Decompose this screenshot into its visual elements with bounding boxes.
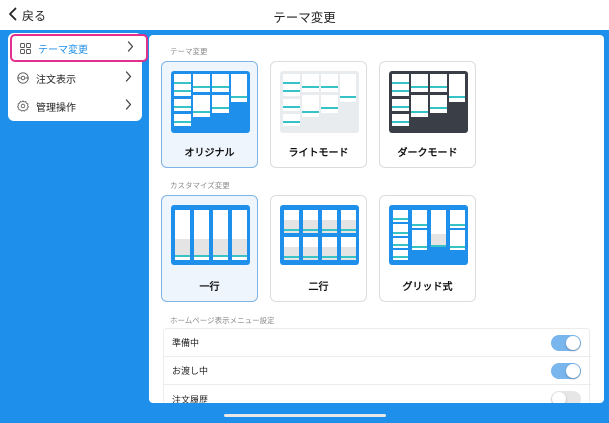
theme-option-original[interactable]: オリジナル: [161, 61, 258, 168]
layout-option-label: 一行: [199, 282, 220, 293]
theme-option-label: ライトモード: [288, 148, 349, 159]
order-history-toggle[interactable]: [551, 391, 581, 403]
toggle-label: 注文履歴: [172, 395, 209, 404]
chevron-right-icon: [125, 71, 132, 85]
toggle-knob: [566, 335, 580, 350]
menu-section-label: ホームページ表示メニュー設定: [170, 316, 275, 325]
toggle-knob: [566, 363, 580, 378]
theme-option-dark[interactable]: ダークモード: [379, 61, 476, 168]
page-title: テーマ変更: [273, 10, 336, 25]
sidebar-item-theme[interactable]: テーマ変更: [10, 34, 148, 62]
layout-option-two-row[interactable]: 二行: [270, 195, 367, 302]
layout-preview-grid: [389, 205, 468, 265]
settings-panel: テーマ変更 オリジナル ライトモード ダークモード カスタマイズ変更 一行 二行…: [149, 35, 604, 403]
theme-preview-light: [280, 71, 359, 133]
toggle-row-preparing: 準備中: [164, 329, 591, 357]
menu-toggle-list: 準備中 お渡し中 注文履歴: [163, 328, 591, 403]
chevron-right-icon: [125, 99, 132, 113]
sidebar-item-label: 管理操作: [36, 102, 76, 114]
theme-preview-original: [171, 71, 250, 133]
sidebar: テーマ変更 注文表示 管理操作: [8, 33, 148, 121]
sidebar-item-admin[interactable]: 管理操作: [8, 92, 142, 120]
toggle-label: お渡し中: [172, 367, 209, 377]
sidebar-item-label: 注文表示: [36, 74, 76, 86]
preparing-toggle[interactable]: [551, 334, 581, 351]
toggle-label: 準備中: [172, 339, 200, 349]
layout-option-label: グリッド式: [402, 282, 453, 293]
home-indicator: [224, 414, 386, 417]
grid-icon: [19, 42, 31, 54]
toggle-row-handing-over: お渡し中: [164, 357, 591, 385]
layout-option-single-row[interactable]: 一行: [161, 195, 258, 302]
toggle-row-order-history: 注文履歴: [164, 385, 591, 403]
theme-option-label: オリジナル: [184, 148, 235, 159]
chevron-right-icon: [127, 41, 134, 55]
theme-option-label: ダークモード: [397, 148, 458, 159]
layout-preview-single-row: [171, 205, 250, 265]
theme-preview-dark: [389, 71, 468, 133]
eye-icon: [17, 72, 29, 84]
theme-option-light[interactable]: ライトモード: [270, 61, 367, 168]
customize-section-label: カスタマイズ変更: [170, 181, 230, 190]
toggle-knob: [552, 392, 566, 403]
layout-preview-two-row: [280, 205, 359, 265]
layout-option-grid[interactable]: グリッド式: [379, 195, 476, 302]
theme-section-label: テーマ変更: [170, 47, 208, 56]
sidebar-item-order-display[interactable]: 注文表示: [8, 64, 142, 92]
layout-option-label: 二行: [308, 282, 329, 293]
gear-icon: [17, 100, 29, 112]
handing-over-toggle[interactable]: [551, 362, 581, 379]
sidebar-item-label: テーマ変更: [38, 44, 88, 56]
navigation-bar: 戻る テーマ変更: [0, 0, 609, 30]
